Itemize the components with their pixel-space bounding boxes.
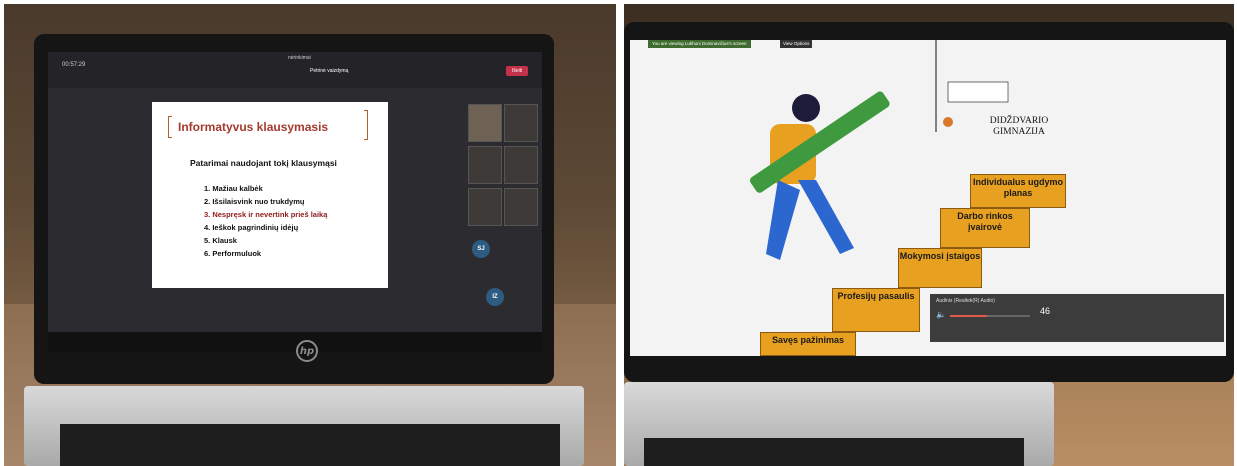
slide-list-item: 6. Performuluok <box>204 249 262 258</box>
laptop-screen: You are viewing Lukhuni Dominavičius's s… <box>630 40 1226 356</box>
participant-video[interactable] <box>468 188 502 226</box>
staircase-step: Mokymosi įstaigos <box>898 248 982 288</box>
participant-video[interactable] <box>504 188 538 226</box>
participant-avatar[interactable]: IZ <box>486 288 504 306</box>
staircase-step: Savęs pažinimas <box>760 332 856 356</box>
logo-dot <box>943 117 953 127</box>
staircase-step: Darbo rinkos įvairovė <box>940 208 1030 248</box>
participant-video[interactable] <box>504 146 538 184</box>
participant-video[interactable] <box>468 146 502 184</box>
person-leg <box>766 180 800 260</box>
school-name: DIDŽDVARIO GIMNAZIJA <box>989 116 1049 137</box>
person-leg <box>798 180 854 254</box>
laptop-screen: 00:57:29 nėrinkimai Petrinė vaizdymą Iše… <box>48 52 542 352</box>
laptop-photo-teams-meeting: 00:57:29 nėrinkimai Petrinė vaizdymą Iše… <box>4 4 616 466</box>
participant-avatar[interactable]: SJ <box>472 240 490 258</box>
leave-button[interactable]: Išeiti <box>506 66 529 76</box>
volume-slider[interactable] <box>950 315 1030 317</box>
slide-title: Informatyvus klausymasis <box>178 120 329 134</box>
audio-volume-panel[interactable]: Audinis (Realtek(R) Audio) 🔈 46 <box>930 294 1224 342</box>
school-logo <box>947 81 1009 103</box>
slide-list-item: 3. Nespręsk ir nevertink prieš laiką <box>204 210 328 219</box>
slide-list-item: 1. Mažiau kalbėk <box>204 184 263 193</box>
meeting-timer: 00:57:29 <box>62 62 86 68</box>
laptop-keyboard <box>644 438 1024 466</box>
participant-video[interactable] <box>504 104 538 142</box>
speaker-icon: 🔈 <box>936 310 946 319</box>
staircase-step: Profesijų pasaulis <box>832 288 920 332</box>
slide-subtitle: Patarimai naudojant tokį klausymąsi <box>190 158 337 168</box>
staircase-step: Individualus ugdymo planas <box>970 174 1066 208</box>
slide-bracket-right <box>364 110 368 140</box>
person-hair <box>792 94 820 122</box>
laptop-keyboard <box>60 424 560 466</box>
presentation-slide: Informatyvus klausymasis Patarimai naudo… <box>152 102 388 288</box>
hp-logo: hp <box>296 340 318 362</box>
audio-device-label: Audinis (Realtek(R) Audio) <box>936 298 995 304</box>
slide-list-item: 5. Klausk <box>204 236 237 245</box>
slide-list: 1. Mažiau kalbėk 2. Išsilaisvink nuo tru… <box>204 182 327 260</box>
slide-list-item: 4. Ieškok pagrindinių idėjų <box>204 223 299 232</box>
windows-taskbar <box>48 332 542 352</box>
window-title: nėrinkimai <box>288 55 311 61</box>
laptop-photo-webinar: You are viewing Lukhuni Dominavičius's s… <box>624 4 1234 466</box>
slide-bracket-left <box>168 116 172 138</box>
participant-video[interactable] <box>468 104 502 142</box>
stop-sharing-button[interactable]: Petrinė vaizdymą <box>310 68 348 74</box>
volume-value: 46 <box>1040 306 1051 316</box>
volume-slider-fill <box>950 315 987 317</box>
slide-list-item: 2. Išsilaisvink nuo trukdymų <box>204 197 305 206</box>
teams-toolbar: 00:57:29 nėrinkimai Petrinė vaizdymą Iše… <box>48 52 542 88</box>
